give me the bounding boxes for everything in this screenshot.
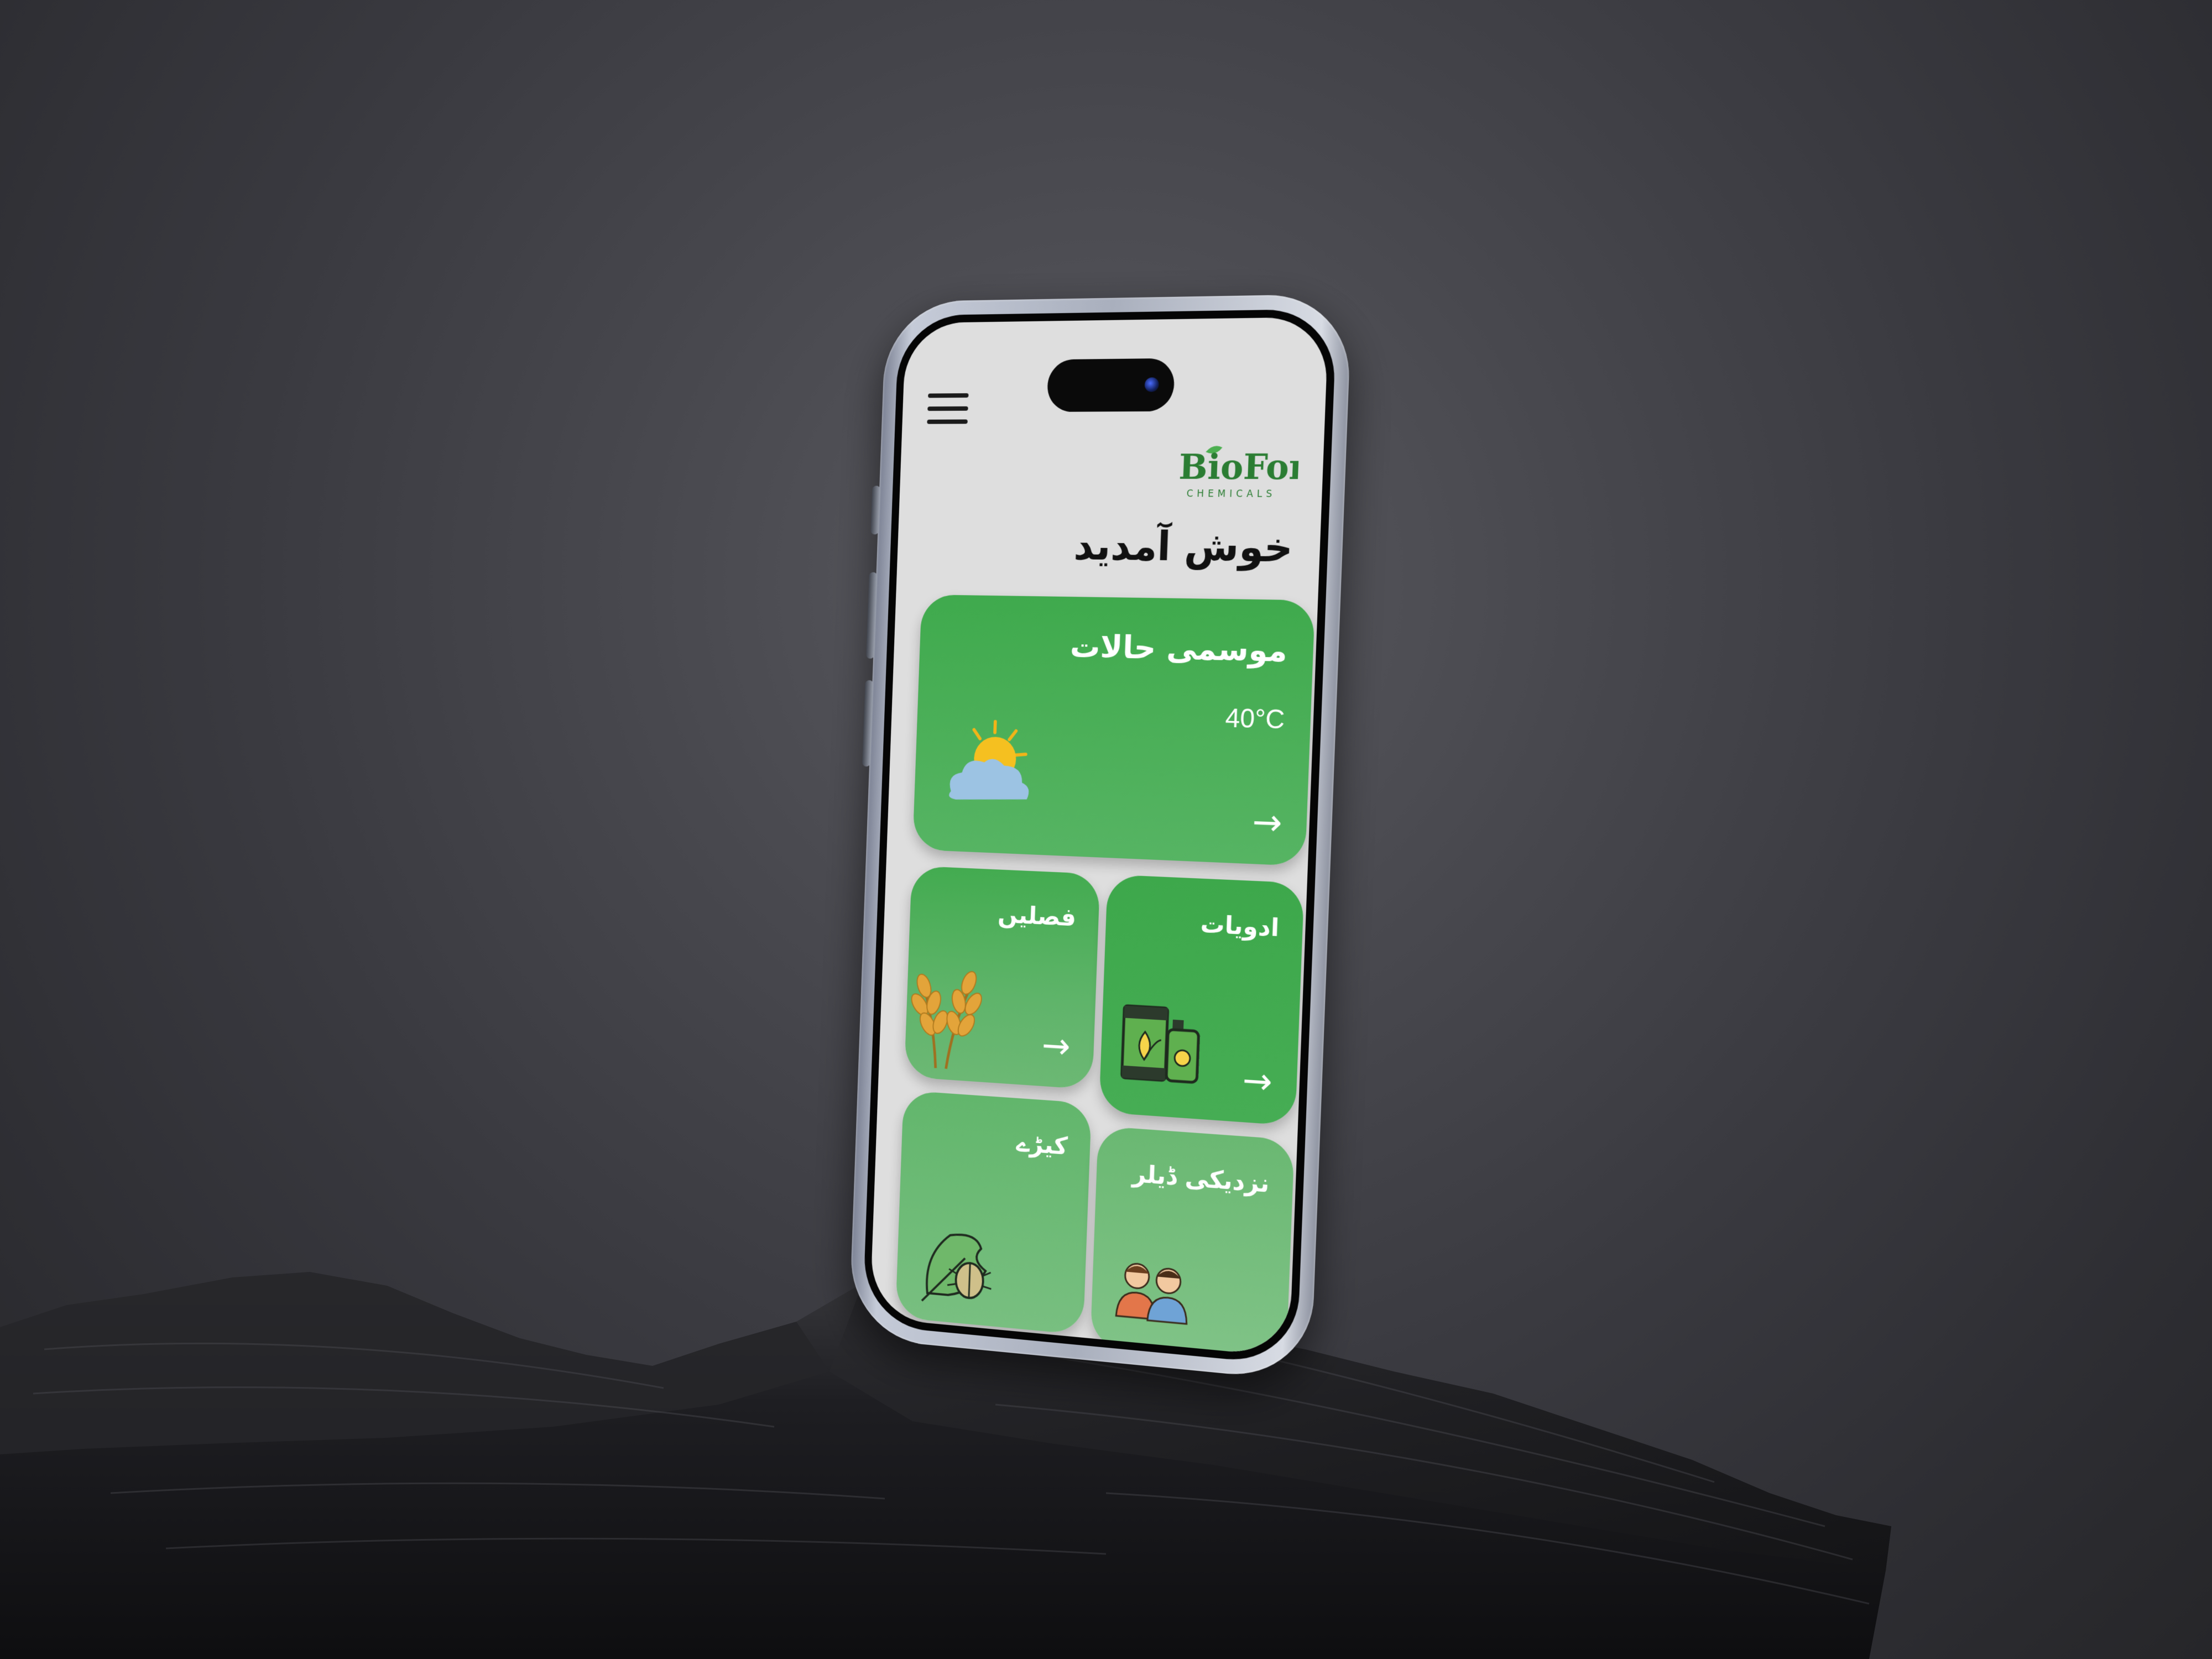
- brand-primary-logo-text: BioForce: [1178, 446, 1299, 488]
- beetle-on-leaf-icon: [916, 1222, 1003, 1311]
- hamburger-menu-button[interactable]: [927, 393, 969, 431]
- medicines-arrow-icon: →: [1241, 1062, 1272, 1100]
- medicines-card-title: ادویات: [1200, 910, 1280, 942]
- front-camera-icon: [1144, 377, 1159, 392]
- pesticide-products-icon: [1116, 994, 1212, 1094]
- weather-card[interactable]: موسمی حالات 40°C →: [912, 594, 1315, 866]
- phone-screen-bezel: BioForce CHEMICALS خوش آمدید موسمی حالات…: [862, 309, 1337, 1365]
- menu-line: [927, 419, 968, 424]
- pests-card[interactable]: کیڑے: [895, 1091, 1092, 1335]
- menu-line: [928, 393, 969, 398]
- temperature-value: 40°C: [1225, 703, 1286, 735]
- nearby-dealer-card[interactable]: نزدیکی ڈیلر: [1090, 1126, 1295, 1357]
- dealers-people-icon: [1112, 1252, 1196, 1326]
- crops-arrow-icon: →: [1041, 1028, 1071, 1065]
- weather-card-title: موسمی حالات: [1070, 629, 1288, 669]
- dealer-card-title: نزدیکی ڈیلر: [1132, 1160, 1270, 1198]
- crops-card-title: فصلیں: [997, 900, 1076, 932]
- medicines-card[interactable]: ادویات →: [1099, 874, 1305, 1126]
- weather-arrow-icon: →: [1251, 804, 1282, 841]
- dynamic-island: [1046, 358, 1175, 412]
- crops-card[interactable]: فصلیں →: [904, 865, 1100, 1089]
- welcome-title: خوش آمدید: [1073, 522, 1293, 571]
- bioforce-logo: BioForce CHEMICALS: [1175, 442, 1299, 504]
- menu-line: [927, 406, 968, 411]
- pests-card-title: کیڑے: [1016, 1129, 1068, 1160]
- app-screen: BioForce CHEMICALS خوش آمدید موسمی حالات…: [870, 317, 1329, 1357]
- phone-mockup: BioForce CHEMICALS خوش آمدید موسمی حالات…: [848, 294, 1352, 1382]
- brand-secondary-logo-text: CHEMICALS: [1186, 488, 1276, 499]
- partly-cloudy-icon: [935, 709, 1044, 822]
- wheat-icon: [904, 947, 997, 1077]
